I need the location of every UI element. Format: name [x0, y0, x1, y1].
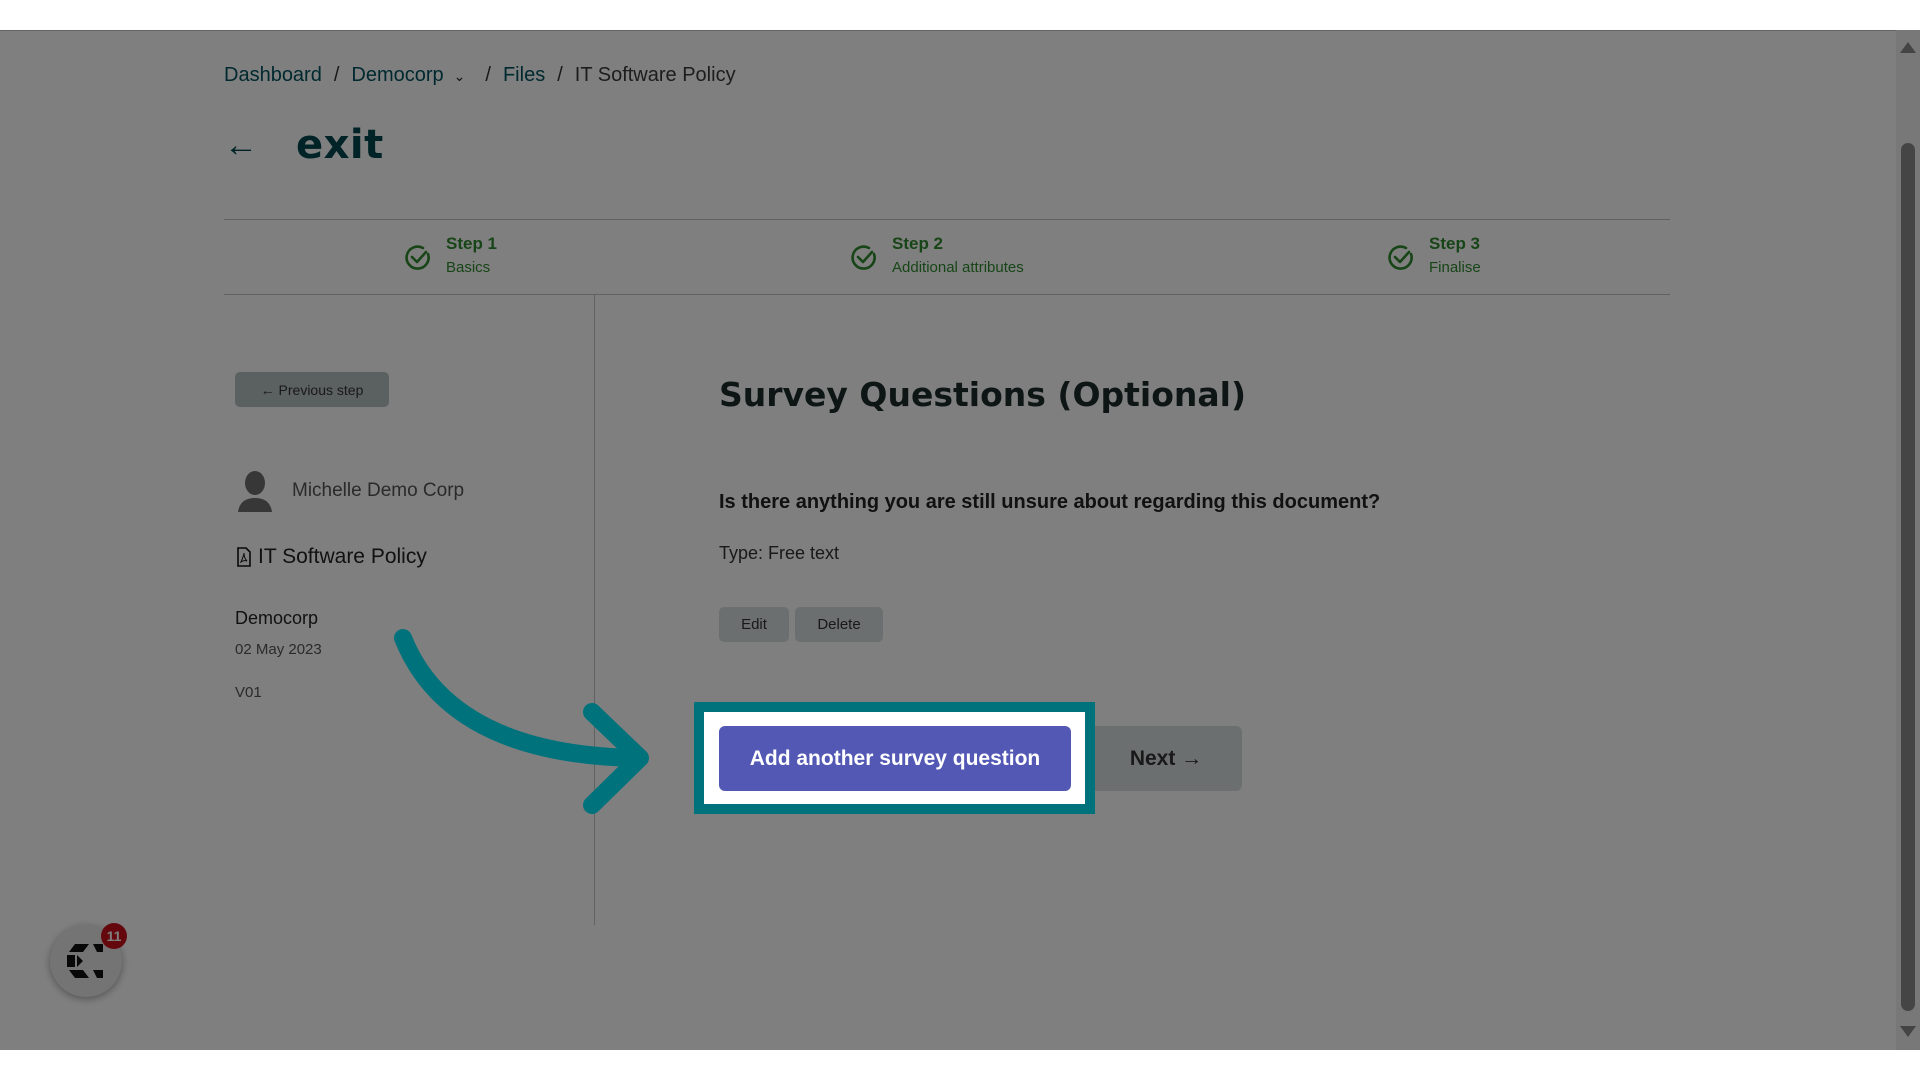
survey-question-text: Is there anything you are still unsure a… — [719, 491, 1381, 513]
breadcrumb-separator: / — [333, 64, 340, 86]
divider — [224, 294, 1670, 295]
check-circle-icon — [405, 245, 430, 270]
breadcrumb-separator: / — [557, 64, 563, 86]
author: Michelle Demo Corp — [236, 470, 464, 512]
document: IT Software Policy — [236, 545, 427, 569]
step-1[interactable]: Step 1 Basics — [404, 232, 497, 280]
page-title: Survey Questions (Optional) — [719, 375, 1247, 414]
pdf-file-icon — [237, 547, 251, 567]
check-circle-icon — [1388, 245, 1413, 270]
step-title: Step 2 — [892, 234, 944, 253]
breadcrumb: Dashboard / Democorp ⌄ / Files / IT Softw… — [224, 64, 736, 87]
scrollbar-thumb[interactable] — [1901, 143, 1915, 1011]
annotation-arrow-icon — [394, 629, 649, 814]
survey-question-type: Type: Free text — [719, 543, 840, 563]
breadcrumb-democorp-label: Democorp — [351, 64, 444, 86]
sidebar-divider — [594, 295, 595, 925]
breadcrumb-files[interactable]: Files — [503, 64, 545, 87]
top-bar — [0, 0, 1920, 30]
breadcrumb-dashboard[interactable]: Dashboard — [224, 64, 322, 87]
step-title: Step 1 — [446, 234, 498, 253]
add-survey-question-button[interactable]: Add another survey question — [719, 726, 1071, 791]
chat-logo-icon — [67, 944, 103, 978]
step-subtitle: Basics — [446, 259, 491, 276]
exit-header: ← exit — [224, 122, 384, 168]
page — [0, 30, 1920, 1050]
breadcrumb-current: IT Software Policy — [574, 64, 736, 86]
document-date: 02 May 2023 — [235, 641, 322, 658]
notification-badge: 11 — [101, 923, 127, 949]
step-subtitle: Finalise — [1429, 259, 1481, 276]
document-name: IT Software Policy — [258, 545, 427, 568]
next-button[interactable]: Next → — [1090, 726, 1242, 791]
avatar — [238, 471, 272, 512]
organisation-name: Democorp — [235, 608, 319, 628]
scroll-up-icon[interactable] — [1900, 42, 1916, 53]
divider — [224, 219, 1670, 220]
check-circle-icon — [851, 245, 876, 270]
exit-link[interactable]: exit — [296, 122, 384, 168]
author-name: Michelle Demo Corp — [292, 480, 465, 501]
edit-question-button[interactable]: Edit — [719, 607, 789, 642]
bottom-bar — [0, 1050, 1920, 1080]
document-version: V01 — [235, 684, 262, 701]
breadcrumb-separator: / — [485, 64, 491, 86]
scroll-down-icon[interactable] — [1900, 1026, 1916, 1037]
step-subtitle: Additional attributes — [892, 259, 1024, 276]
previous-step-button[interactable]: ← Previous step — [235, 372, 389, 407]
step-3[interactable]: Step 3 Finalise — [1387, 232, 1481, 280]
arrow-left-icon[interactable]: ← — [224, 128, 258, 162]
step-2[interactable]: Step 2 Additional attributes — [850, 232, 1024, 280]
breadcrumb-democorp[interactable]: Democorp ⌄ — [351, 64, 473, 87]
delete-question-button[interactable]: Delete — [795, 607, 883, 642]
chevron-down-icon[interactable]: ⌄ — [454, 68, 466, 85]
step-title: Step 3 — [1429, 234, 1481, 253]
